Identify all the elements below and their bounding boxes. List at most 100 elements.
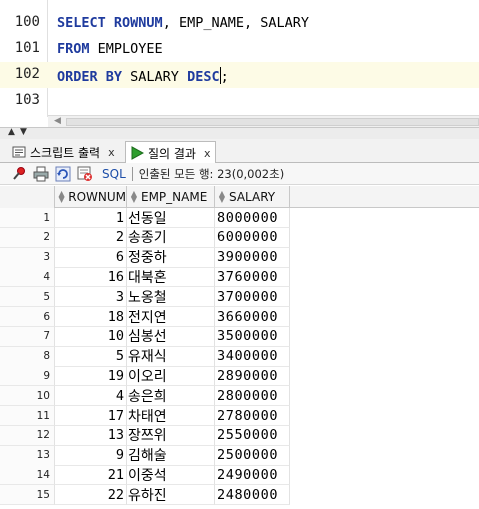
tab-script-output-close-icon[interactable]: x (108, 146, 115, 159)
table-row[interactable]: 10 4 송은희 2800000 (0, 386, 290, 407)
row-number[interactable]: 4 (0, 267, 55, 288)
cell-rownum[interactable]: 5 (55, 346, 127, 367)
print-icon[interactable] (32, 165, 50, 183)
refresh-icon[interactable] (54, 165, 72, 183)
table-row[interactable]: 12 13 장쯔위 2550000 (0, 425, 290, 446)
cell-emp-name[interactable]: 송은희 (127, 386, 215, 407)
column-header-salary[interactable]: ▲ ▼ SALARY (215, 186, 290, 208)
cell-emp-name[interactable]: 전지연 (127, 307, 215, 327)
cell-rownum[interactable]: 2 (55, 227, 127, 248)
splitter-up-arrow-icon[interactable]: ▲ (8, 127, 15, 137)
sql-link[interactable]: SQL (102, 167, 126, 181)
cell-salary[interactable]: 2550000 (215, 425, 290, 446)
editor-horizontal-scrollbar[interactable]: ◀ (48, 115, 479, 127)
cell-rownum[interactable]: 16 (55, 267, 127, 288)
cell-salary[interactable]: 3660000 (215, 307, 290, 327)
cell-salary[interactable]: 2480000 (215, 485, 290, 506)
table-row[interactable]: 8 5 유재식 3400000 (0, 346, 290, 367)
sort-icon[interactable]: ▲ ▼ (217, 190, 227, 204)
cell-salary[interactable]: 2500000 (215, 445, 290, 466)
table-row[interactable]: 11 17 차태연 2780000 (0, 406, 290, 426)
sort-icon[interactable]: ▲ ▼ (129, 190, 139, 204)
tab-query-result[interactable]: 질의 결과 x (125, 141, 216, 164)
cell-emp-name[interactable]: 송종기 (127, 227, 215, 248)
row-number[interactable]: 13 (0, 445, 55, 466)
row-number[interactable]: 10 (0, 386, 55, 407)
cell-salary[interactable]: 2800000 (215, 386, 290, 407)
table-row[interactable]: 2 2 송종기 6000000 (0, 227, 290, 248)
cell-rownum[interactable]: 10 (55, 326, 127, 347)
cell-emp-name[interactable]: 대북혼 (127, 267, 215, 288)
cell-emp-name[interactable]: 선동일 (127, 208, 215, 228)
cell-rownum[interactable]: 1 (55, 208, 127, 228)
cell-emp-name[interactable]: 장쯔위 (127, 425, 215, 446)
sort-icon[interactable]: ▲ ▼ (57, 190, 66, 204)
pin-icon[interactable] (10, 165, 28, 183)
table-row[interactable]: 14 21 이중석 2490000 (0, 465, 290, 486)
cell-emp-name[interactable]: 노옹철 (127, 287, 215, 308)
panel-splitter[interactable]: ▲ ▼ (0, 127, 479, 139)
tab-script-output[interactable]: 스크립트 출력 x (8, 141, 119, 163)
cancel-fetch-icon[interactable] (76, 165, 94, 183)
result-grid[interactable]: ▲ ▼ ROWNUM ▲ ▼ EMP_NAME ▲ ▼ SALARY 1 1 선동일 800… (0, 186, 479, 509)
row-number[interactable]: 2 (0, 227, 55, 248)
row-number[interactable]: 11 (0, 406, 55, 426)
tab-query-result-close-icon[interactable]: x (204, 147, 211, 160)
column-header-rownum[interactable]: ▲ ▼ ROWNUM (55, 186, 127, 208)
row-number[interactable]: 9 (0, 366, 55, 387)
row-number[interactable]: 8 (0, 346, 55, 367)
code-line[interactable]: 100 SELECT ROWNUM, EMP_NAME, SALARY (0, 10, 479, 36)
cell-emp-name[interactable]: 정중하 (127, 247, 215, 268)
row-number[interactable]: 3 (0, 247, 55, 268)
sql-editor[interactable]: 100 SELECT ROWNUM, EMP_NAME, SALARY 101 FRO… (0, 0, 479, 117)
cell-emp-name[interactable]: 김해술 (127, 445, 215, 466)
table-row[interactable]: 5 3 노옹철 3700000 (0, 287, 290, 308)
cell-rownum[interactable]: 18 (55, 307, 127, 327)
cell-salary[interactable]: 3700000 (215, 287, 290, 308)
cell-emp-name[interactable]: 차태연 (127, 406, 215, 426)
cell-rownum[interactable]: 19 (55, 366, 127, 387)
cell-salary[interactable]: 3900000 (215, 247, 290, 268)
code-line[interactable]: 101 FROM EMPLOYEE (0, 36, 479, 62)
cell-rownum[interactable]: 22 (55, 485, 127, 506)
cell-salary[interactable]: 2780000 (215, 406, 290, 426)
row-number[interactable]: 12 (0, 425, 55, 446)
cell-salary[interactable]: 3400000 (215, 346, 290, 367)
table-row[interactable]: 15 22 유하진 2480000 (0, 485, 290, 506)
cell-salary[interactable]: 3500000 (215, 326, 290, 347)
code-line[interactable]: 103 (0, 88, 479, 114)
cell-rownum[interactable]: 17 (55, 406, 127, 426)
row-number[interactable]: 15 (0, 485, 55, 506)
cell-emp-name[interactable]: 유하진 (127, 485, 215, 506)
table-row[interactable]: 3 6 정중하 3900000 (0, 247, 290, 268)
cell-rownum[interactable]: 9 (55, 445, 127, 466)
cell-rownum[interactable]: 6 (55, 247, 127, 268)
row-number[interactable]: 5 (0, 287, 55, 308)
row-number[interactable]: 7 (0, 326, 55, 347)
cell-emp-name[interactable]: 이중석 (127, 465, 215, 486)
cell-salary[interactable]: 2890000 (215, 366, 290, 387)
cell-salary[interactable]: 3760000 (215, 267, 290, 288)
scroll-left-arrow-icon[interactable]: ◀ (54, 116, 61, 126)
cell-rownum[interactable]: 4 (55, 386, 127, 407)
table-row[interactable]: 1 1 선동일 8000000 (0, 208, 290, 228)
code-line[interactable]: 102 ORDER BY SALARY DESC; (0, 62, 479, 88)
cell-salary[interactable]: 2490000 (215, 465, 290, 486)
cell-emp-name[interactable]: 유재식 (127, 346, 215, 367)
table-row[interactable]: 7 10 심봉선 3500000 (0, 326, 290, 347)
row-number[interactable]: 1 (0, 208, 55, 228)
cell-rownum[interactable]: 13 (55, 425, 127, 446)
cell-emp-name[interactable]: 이오리 (127, 366, 215, 387)
cell-salary[interactable]: 6000000 (215, 227, 290, 248)
row-number[interactable]: 6 (0, 307, 55, 327)
cell-emp-name[interactable]: 심봉선 (127, 326, 215, 347)
row-number[interactable]: 14 (0, 465, 55, 486)
table-row[interactable]: 4 16 대북혼 3760000 (0, 267, 290, 288)
scrollbar-thumb[interactable] (66, 118, 479, 126)
table-row[interactable]: 13 9 김해술 2500000 (0, 445, 290, 466)
table-row[interactable]: 9 19 이오리 2890000 (0, 366, 290, 387)
cell-rownum[interactable]: 21 (55, 465, 127, 486)
column-header-emp-name[interactable]: ▲ ▼ EMP_NAME (127, 186, 215, 208)
cell-rownum[interactable]: 3 (55, 287, 127, 308)
cell-salary[interactable]: 8000000 (215, 208, 290, 228)
